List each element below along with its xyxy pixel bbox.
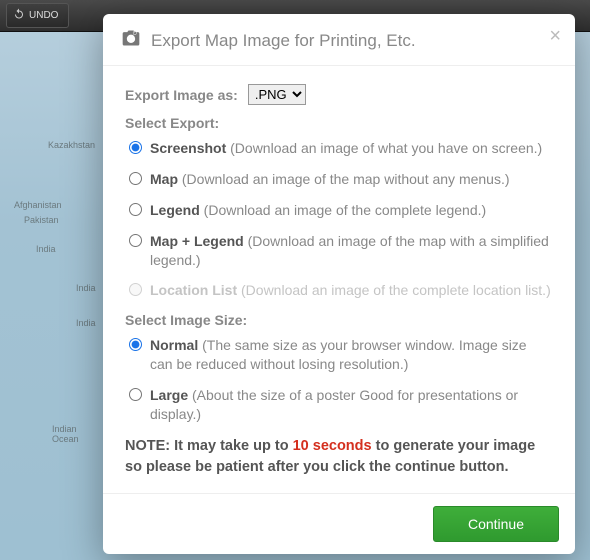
map-label: Indian Ocean [52, 424, 92, 444]
modal-header: Export Map Image for Printing, Etc. × [103, 14, 575, 66]
map-label: India [76, 283, 96, 293]
export-modal: Export Map Image for Printing, Etc. × Ex… [103, 14, 575, 554]
format-label: Export Image as: [125, 87, 238, 103]
export-option-map-legend[interactable]: Map + Legend (Download an image of the m… [129, 232, 553, 270]
option-label: Location List [150, 282, 237, 298]
note-text: NOTE: It may take up to 10 seconds to ge… [125, 436, 553, 478]
map-label: Pakistan [24, 215, 59, 225]
export-option-location-list: Location List (Download an image of the … [129, 281, 553, 300]
format-row: Export Image as: .PNG [125, 84, 553, 105]
option-label: Legend [150, 202, 200, 218]
radio-map-legend[interactable] [129, 234, 142, 247]
option-label: Large [150, 387, 188, 403]
option-desc: (The same size as your browser window. I… [150, 337, 527, 372]
select-size-label: Select Image Size: [125, 312, 553, 328]
option-desc: (Download an image of the map without an… [182, 171, 510, 187]
map-label: Kazakhstan [48, 140, 95, 150]
continue-button[interactable]: Continue [433, 506, 559, 542]
undo-button[interactable]: UNDO [6, 3, 69, 28]
radio-legend[interactable] [129, 203, 142, 216]
option-label: Map + Legend [150, 233, 244, 249]
radio-map[interactable] [129, 172, 142, 185]
modal-title: Export Map Image for Printing, Etc. [151, 31, 416, 51]
close-icon[interactable]: × [549, 26, 561, 46]
modal-footer: Continue [103, 493, 575, 554]
option-desc: (About the size of a poster Good for pre… [150, 387, 518, 422]
option-label: Screenshot [150, 140, 226, 156]
undo-label: UNDO [29, 10, 58, 21]
export-option-map[interactable]: Map (Download an image of the map withou… [129, 170, 553, 189]
export-option-screenshot[interactable]: Screenshot (Download an image of what yo… [129, 139, 553, 158]
undo-icon [13, 8, 25, 23]
map-label: India [76, 318, 96, 328]
option-desc: (Download an image of the complete legen… [204, 202, 487, 218]
note-seconds: 10 seconds [293, 438, 372, 454]
option-desc: (Download an image of what you have on s… [230, 140, 542, 156]
export-option-legend[interactable]: Legend (Download an image of the complet… [129, 201, 553, 220]
map-label: Afghanistan [14, 200, 62, 210]
note-prefix: NOTE: It may take up to [125, 438, 293, 454]
option-label: Map [150, 171, 178, 187]
size-option-large[interactable]: Large (About the size of a poster Good f… [129, 386, 553, 424]
option-desc: (Download an image of the complete locat… [241, 282, 551, 298]
camera-icon [121, 28, 141, 53]
modal-body: Export Image as: .PNG Select Export: Scr… [103, 66, 575, 493]
radio-location-list [129, 283, 142, 296]
format-select[interactable]: .PNG [248, 84, 306, 105]
size-option-normal[interactable]: Normal (The same size as your browser wi… [129, 336, 553, 374]
radio-large[interactable] [129, 388, 142, 401]
map-label: India [36, 244, 56, 254]
radio-normal[interactable] [129, 338, 142, 351]
option-label: Normal [150, 337, 198, 353]
select-export-label: Select Export: [125, 115, 553, 131]
radio-screenshot[interactable] [129, 141, 142, 154]
